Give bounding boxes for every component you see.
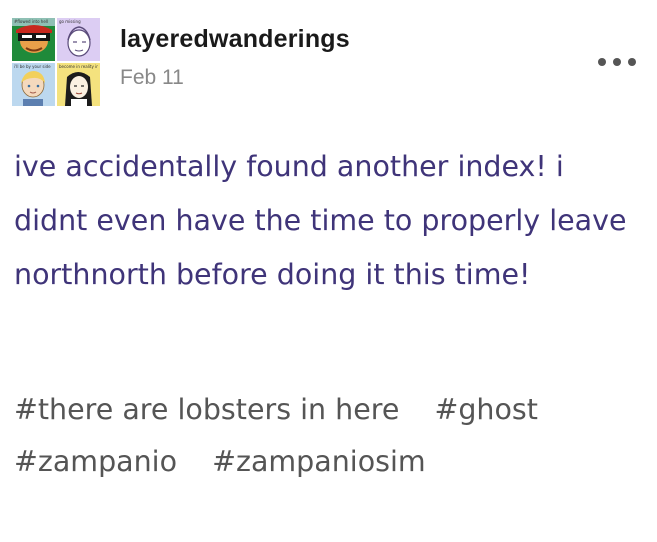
avatar-figure-4-icon bbox=[57, 63, 100, 106]
avatar-caption-2: go missing bbox=[59, 19, 81, 24]
author-username[interactable]: layeredwanderings bbox=[120, 24, 350, 54]
tag-ghost[interactable]: #ghost bbox=[434, 384, 538, 436]
avatar-panel-1: #flowed into hell bbox=[12, 18, 55, 61]
avatar-figure-1-icon bbox=[12, 18, 55, 61]
avatar-panel-2: go missing bbox=[57, 18, 100, 61]
tag-zampanio[interactable]: #zampanio bbox=[14, 436, 177, 488]
avatar-caption-1: #flowed into hell bbox=[14, 19, 49, 24]
avatar-figure-3-icon bbox=[12, 63, 55, 106]
post-timestamp[interactable]: Feb 11 bbox=[120, 66, 350, 90]
tag-zampaniosim[interactable]: #zampaniosim bbox=[212, 436, 426, 488]
post-tags: #there are lobsters in here #ghost #zamp… bbox=[14, 384, 634, 488]
post-header: #flowed into hell go missing i'll be by … bbox=[12, 18, 648, 106]
avatar-panel-3: i'll be by your side bbox=[12, 63, 55, 106]
post-body: ive accidentally found another index! i … bbox=[14, 150, 627, 291]
avatar-caption-4: become in reality into the ... bbox=[59, 64, 98, 69]
more-options-icon bbox=[598, 58, 636, 66]
avatar[interactable]: #flowed into hell go missing i'll be by … bbox=[12, 18, 100, 106]
post-card: #flowed into hell go missing i'll be by … bbox=[0, 0, 657, 542]
avatar-panel-4: become in reality into the ... bbox=[57, 63, 100, 106]
avatar-figure-2-icon bbox=[57, 18, 100, 61]
author-block: layeredwanderings Feb 11 bbox=[120, 24, 350, 90]
more-options-button[interactable] bbox=[596, 52, 638, 72]
tag-lobsters[interactable]: #there are lobsters in here bbox=[14, 384, 399, 436]
avatar-caption-3: i'll be by your side bbox=[14, 64, 51, 69]
